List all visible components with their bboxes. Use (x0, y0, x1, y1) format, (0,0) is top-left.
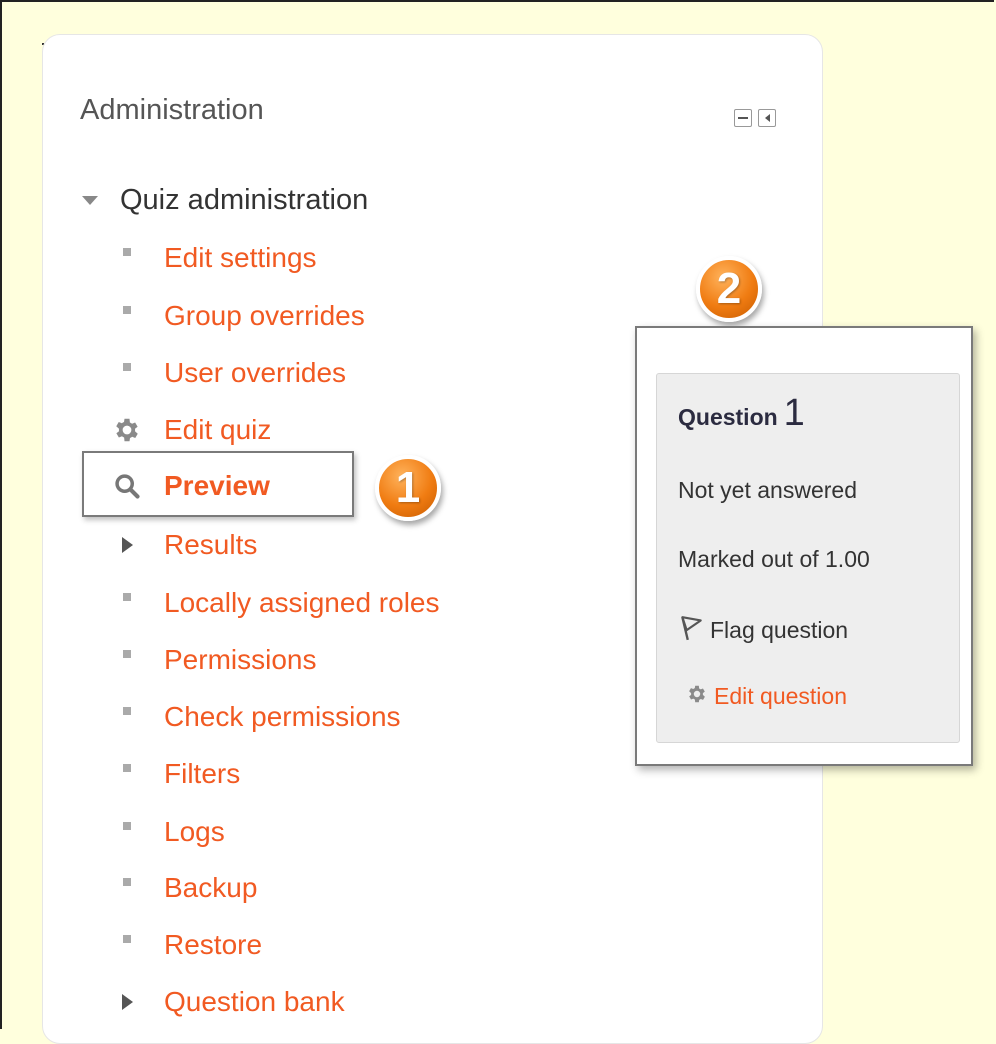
nav-item-edit-settings[interactable]: Edit settings (112, 238, 317, 278)
nav-item-results[interactable]: Results (112, 525, 257, 565)
nav-item-label[interactable]: User overrides (164, 357, 346, 389)
callout-badge-2: 2 (696, 256, 762, 322)
bullet-icon (112, 358, 142, 388)
bullet-icon (112, 759, 142, 789)
nav-item-label[interactable]: Group overrides (164, 300, 365, 332)
bullet-icon (112, 301, 142, 331)
flag-question-label[interactable]: Flag question (710, 617, 848, 644)
nav-item-backup[interactable]: Backup (112, 868, 257, 908)
callout-badge-1: 1 (375, 455, 441, 521)
nav-item-permissions[interactable]: Permissions (112, 640, 316, 680)
bullet-icon (112, 930, 142, 960)
nav-item-label[interactable]: Question bank (164, 986, 345, 1018)
gear-icon (112, 415, 142, 445)
nav-item-label[interactable]: Backup (164, 872, 257, 904)
nav-item-label[interactable]: Edit quiz (164, 414, 271, 446)
edit-question-link[interactable]: Edit question (686, 683, 847, 710)
bullet-icon (112, 243, 142, 273)
nav-item-label[interactable]: Edit settings (164, 242, 317, 274)
dock-block-icon[interactable] (758, 109, 776, 127)
nav-item-label[interactable]: Results (164, 529, 257, 561)
nav-item-label[interactable]: Logs (164, 816, 225, 848)
flag-question-toggle[interactable]: Flag question (678, 614, 848, 647)
flag-icon (678, 614, 704, 647)
nav-item-label[interactable]: Check permissions (164, 701, 401, 733)
preview-highlight-box (82, 451, 354, 517)
nav-item-locally-assigned-roles[interactable]: Locally assigned roles (112, 583, 440, 623)
nav-item-edit-quiz[interactable]: Edit quiz (112, 410, 271, 450)
edit-question-label[interactable]: Edit question (714, 683, 847, 710)
nav-item-group-overrides[interactable]: Group overrides (112, 296, 365, 336)
block-title: Administration (80, 94, 264, 126)
question-word: Question (678, 404, 778, 430)
minimize-block-icon[interactable] (734, 109, 752, 127)
nav-item-question-bank[interactable]: Question bank (112, 982, 345, 1022)
nav-item-label[interactable]: Permissions (164, 644, 316, 676)
nav-item-label[interactable]: Locally assigned roles (164, 587, 440, 619)
nav-item-restore[interactable]: Restore (112, 925, 262, 965)
expand-arrow-icon (112, 987, 142, 1017)
question-number: 1 (783, 392, 805, 434)
nav-item-check-permissions[interactable]: Check permissions (112, 697, 401, 737)
nav-item-label[interactable]: Filters (164, 758, 240, 790)
gear-icon (686, 683, 708, 710)
nav-item-filters[interactable]: Filters (112, 754, 240, 794)
nav-item-label[interactable]: Restore (164, 929, 262, 961)
bullet-icon (112, 873, 142, 903)
bullet-icon (112, 645, 142, 675)
question-title: Question 1 (678, 392, 805, 435)
nav-item-logs[interactable]: Logs (112, 812, 225, 852)
collapse-arrow-icon (82, 195, 98, 205)
question-marks: Marked out of 1.00 (678, 546, 870, 572)
nav-item-user-overrides[interactable]: User overrides (112, 353, 346, 393)
question-status: Not yet answered (678, 477, 857, 503)
bullet-icon (112, 702, 142, 732)
bullet-icon (112, 588, 142, 618)
expand-arrow-icon (112, 530, 142, 560)
bullet-icon (112, 817, 142, 847)
tree-root-label: Quiz administration (120, 183, 369, 216)
tree-root-quiz-administration[interactable]: Quiz administration (80, 180, 368, 220)
